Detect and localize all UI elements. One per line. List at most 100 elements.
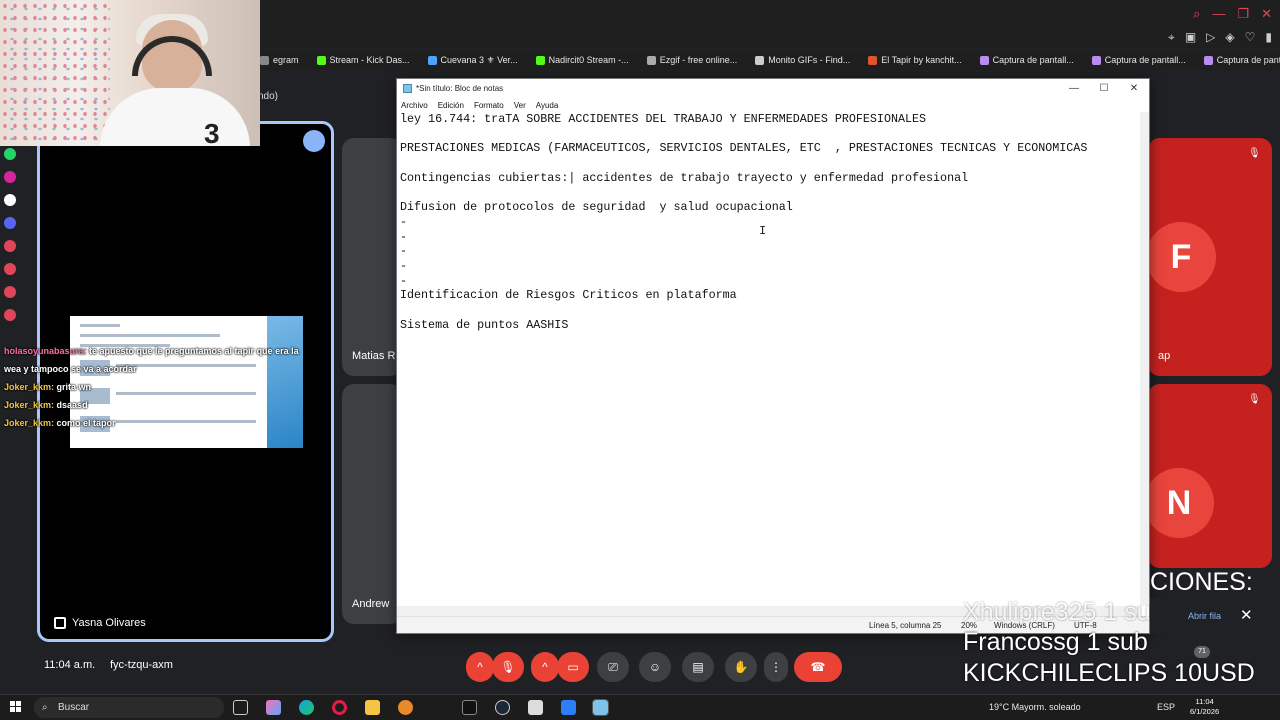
vertical-scrollbar[interactable] <box>1140 112 1149 606</box>
participant-tile[interactable]: 🎙 N <box>1148 384 1272 568</box>
window-controls: ⌕ — ❐ ✕ <box>1193 6 1272 22</box>
participant-name: Matias R <box>352 350 396 362</box>
bookmark-label: El Tapir by kanchit... <box>881 55 962 65</box>
opera-icon[interactable] <box>332 700 347 715</box>
pin-icon[interactable] <box>54 617 66 629</box>
extensions-row: ⌖ ▣ ▷ ◈ ♡ ▮ <box>1168 30 1272 45</box>
store-icon[interactable] <box>528 700 543 715</box>
maximize-button[interactable]: ☐ <box>1089 79 1119 97</box>
chat-username: Joker_kkm: <box>4 400 55 410</box>
menu-ayuda[interactable]: Ayuda <box>536 101 559 110</box>
steam-icon[interactable] <box>495 700 510 715</box>
more-options-button[interactable]: ⋮ <box>764 652 788 682</box>
text-line: Sistema de puntos AASHIS <box>400 317 569 332</box>
close-icon[interactable]: ✕ <box>1261 6 1272 22</box>
chat-message: Joker_kkm: dsaasd <box>4 396 304 414</box>
notepad-text-area[interactable]: ley 16.744: traTA SOBRE ACCIDENTES DEL T… <box>397 112 1141 606</box>
search-icon[interactable]: ⌕ <box>1193 6 1200 22</box>
mic-options-button[interactable]: ^ <box>466 652 494 682</box>
whatsapp-icon[interactable] <box>4 148 16 160</box>
restore-icon[interactable]: ❐ <box>1237 6 1249 22</box>
tiktok-icon[interactable] <box>4 194 16 206</box>
open-queue-link[interactable]: Abrir fila <box>1188 611 1221 621</box>
bookmark-item[interactable]: Stream - Kick Das... <box>316 55 410 65</box>
bookmark-item[interactable]: El Tapir by kanchit... <box>868 55 962 65</box>
bookmark-item[interactable]: Captura de pantall... <box>979 55 1074 65</box>
bookmark-icon <box>316 55 326 65</box>
taskbar-search-label: Buscar <box>58 702 90 713</box>
camera-toggle-button[interactable]: ▭ <box>557 652 589 682</box>
app-icon[interactable] <box>561 700 576 715</box>
copilot-icon[interactable] <box>266 700 281 715</box>
raise-hand-button[interactable]: ✋ <box>725 652 757 682</box>
captions-button[interactable]: ▤ <box>682 652 714 682</box>
edge-icon[interactable] <box>299 700 314 715</box>
capture-icon[interactable]: ▣ <box>1185 30 1196 45</box>
present-button[interactable]: ⎚ <box>597 652 629 682</box>
notepad-window[interactable]: *Sin título: Bloc de notas — ☐ ✕ Archivo… <box>396 78 1150 634</box>
emoji-button[interactable]: ☺ <box>639 652 671 682</box>
speaking-icon <box>303 130 325 152</box>
file-explorer-icon[interactable] <box>365 700 380 715</box>
text-line: Identificacion de Riesgos Criticos en pl… <box>400 288 737 303</box>
bookmark-item[interactable]: Captura de pantall... <box>1203 55 1280 65</box>
text-line <box>400 127 1138 142</box>
extension-icon[interactable]: ◈ <box>1225 30 1234 45</box>
bookmark-icon <box>646 55 656 65</box>
menu-formato[interactable]: Formato <box>474 101 504 110</box>
menu-ver[interactable]: Ver <box>514 101 526 110</box>
chat-message: Joker_kkm: como el tapor <box>4 414 304 432</box>
cursor-position: Línea 5, columna 25 <box>869 621 942 630</box>
close-icon[interactable]: ✕ <box>1240 606 1253 624</box>
play-icon[interactable]: ▷ <box>1206 30 1215 45</box>
clock-icon[interactable] <box>4 263 16 275</box>
slide-line <box>80 334 220 337</box>
system-date: 6/1/2026 <box>1190 707 1220 716</box>
pin-icon[interactable]: ⌖ <box>1168 30 1175 45</box>
bookmark-icon <box>1203 55 1213 65</box>
app-icon[interactable] <box>4 286 16 298</box>
bookmark-item[interactable]: Captura de pantall... <box>1091 55 1186 65</box>
notepad-titlebar[interactable]: *Sin título: Bloc de notas — ☐ ✕ <box>397 79 1149 98</box>
chat-message: holasoyunabasura: te apuesto que le preg… <box>4 342 304 378</box>
bookmark-label: Monito GIFs - Find... <box>768 55 851 65</box>
task-view-icon[interactable] <box>233 700 248 715</box>
minimize-button[interactable]: — <box>1059 79 1089 97</box>
text-line: - <box>400 229 408 244</box>
language-indicator[interactable]: ESP <box>1157 702 1175 712</box>
discord-icon[interactable] <box>4 217 16 229</box>
participant-tile[interactable]: Matias R <box>342 138 402 376</box>
bookmark-icon <box>260 55 269 65</box>
extension-icon[interactable]: ▮ <box>1265 30 1272 45</box>
text-line: - <box>400 214 408 229</box>
avatar: N <box>1148 468 1214 538</box>
text-line <box>400 303 1138 318</box>
camera-options-button[interactable]: ^ <box>531 652 559 682</box>
participant-tile[interactable]: 🎙 F ap <box>1148 138 1272 376</box>
chat-text: dsaasd <box>54 400 88 410</box>
participant-tile[interactable]: Andrew <box>342 384 402 624</box>
system-clock[interactable]: 11:04 6/1/2026 <box>1190 697 1219 717</box>
bookmark-item[interactable]: Ezgif - free online... <box>646 55 737 65</box>
end-call-button[interactable]: ☎ <box>794 652 842 682</box>
bookmark-icon <box>979 55 989 65</box>
heart-icon[interactable]: ♡ <box>1245 30 1256 45</box>
bookmark-item[interactable]: Cuevana 3 ⚜ Ver... <box>427 55 518 66</box>
mic-toggle-button[interactable]: 🎙 <box>492 652 524 682</box>
menu-edicion[interactable]: Edición <box>438 101 464 110</box>
menu-archivo[interactable]: Archivo <box>401 101 428 110</box>
notepad-taskbar-icon[interactable] <box>592 699 609 716</box>
windows-start-icon[interactable] <box>10 701 22 713</box>
app-icon[interactable] <box>4 240 16 252</box>
bookmark-item[interactable]: egram <box>260 55 299 65</box>
taskbar-search[interactable]: ⌕ Buscar <box>34 697 224 718</box>
app-icon[interactable] <box>398 700 413 715</box>
minimize-icon[interactable]: — <box>1212 6 1225 22</box>
close-button[interactable]: ✕ <box>1119 79 1149 97</box>
bookmark-item[interactable]: Nadircit0 Stream -... <box>535 55 629 65</box>
bookmark-item[interactable]: Monito GIFs - Find... <box>755 55 850 65</box>
chat-username: Joker_kkm: <box>4 418 55 428</box>
epic-games-icon[interactable] <box>462 700 477 715</box>
instagram-icon[interactable] <box>4 171 16 183</box>
settings-icon[interactable] <box>4 309 16 321</box>
